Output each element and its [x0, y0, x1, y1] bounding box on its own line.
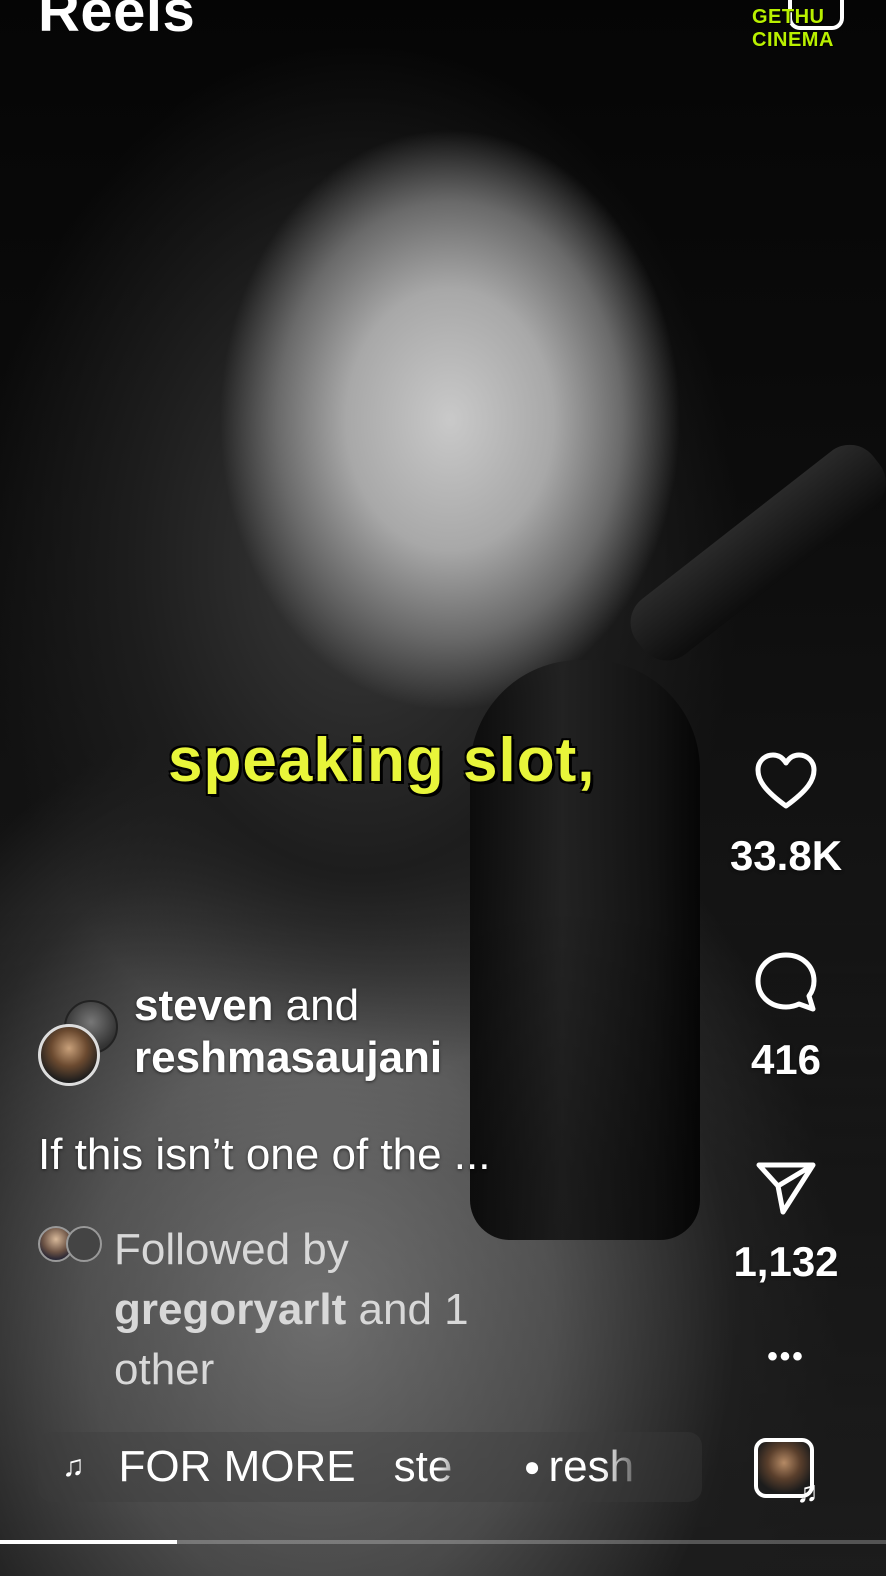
- avatar: [66, 1226, 102, 1262]
- followed-by-text[interactable]: Followed by gregoryarlt and 1 other: [114, 1220, 574, 1400]
- avatar: [38, 1024, 100, 1086]
- send-icon[interactable]: [755, 1160, 817, 1216]
- music-note-icon: ♫: [62, 1450, 85, 1483]
- followed-by-avatars: [38, 1226, 104, 1262]
- reels-screen: Reels GETHU CINEMA speaking slot, 33.8K …: [0, 0, 886, 1576]
- author-primary-link[interactable]: steven: [134, 981, 273, 1030]
- like-button[interactable]: 33.8K: [706, 752, 866, 880]
- video-progress-bar[interactable]: [0, 1540, 886, 1544]
- post-description[interactable]: If this isn’t one of the ...: [38, 1130, 490, 1180]
- video-caption: speaking slot,: [168, 726, 596, 795]
- tagged-user[interactable]: resh: [549, 1442, 645, 1492]
- comment-button[interactable]: 416: [706, 950, 866, 1084]
- watermark: GETHU CINEMA: [752, 6, 834, 51]
- comment-icon[interactable]: [753, 950, 819, 1014]
- page-title: Reels: [38, 0, 196, 44]
- author-joiner: and: [273, 981, 360, 1030]
- music-note-icon: ♫: [796, 1476, 819, 1509]
- like-count: 33.8K: [729, 832, 843, 879]
- comment-count: 416: [750, 1036, 822, 1083]
- author-names[interactable]: steven and reshmasaujani: [134, 980, 442, 1084]
- audio-track-title: FOR MORE: [118, 1442, 356, 1491]
- followed-user-link[interactable]: gregoryarlt: [114, 1285, 346, 1334]
- share-button[interactable]: 1,132: [706, 1160, 866, 1286]
- video-progress-fill: [0, 1540, 178, 1544]
- more-options-button[interactable]: •••: [756, 1340, 816, 1374]
- person-icon: ●: [523, 1451, 541, 1482]
- audio-track-author: ste: [393, 1442, 453, 1491]
- author-secondary-link[interactable]: reshmasaujani: [134, 1033, 442, 1082]
- share-count: 1,132: [733, 1238, 839, 1285]
- author-avatars[interactable]: [38, 1000, 118, 1086]
- followed-by-label: Followed by: [114, 1225, 349, 1274]
- heart-icon[interactable]: [754, 752, 818, 810]
- audio-ticker[interactable]: ♫ FOR MORE ste ● resh: [38, 1432, 702, 1502]
